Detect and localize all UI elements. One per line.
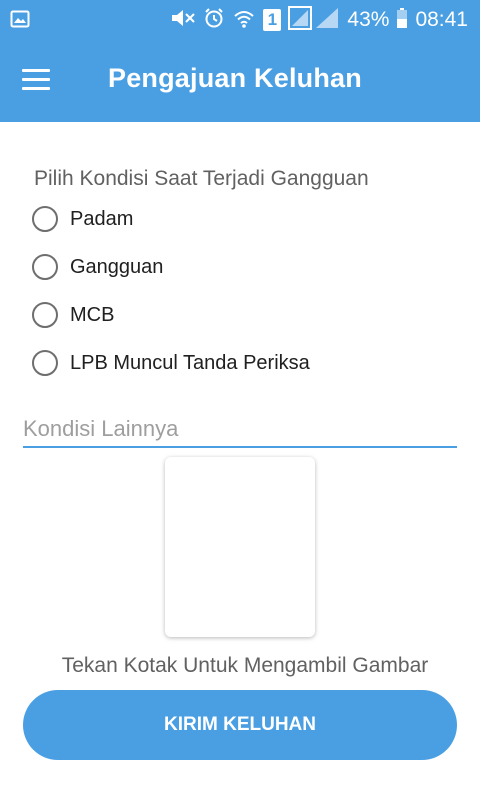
radio-option-lpb-tanda-periksa[interactable]: LPB Muncul Tanda Periksa bbox=[32, 347, 310, 379]
radio-button-icon[interactable] bbox=[32, 254, 58, 280]
radio-option-label: Padam bbox=[70, 207, 134, 230]
battery-icon bbox=[396, 7, 408, 34]
radio-option-label: Gangguan bbox=[70, 255, 164, 278]
sim-slot-number: 1 bbox=[267, 10, 278, 29]
image-icon bbox=[10, 9, 30, 29]
signal-icon bbox=[288, 5, 340, 35]
photo-capture-box[interactable] bbox=[165, 457, 315, 637]
photo-hint-text: Tekan Kotak Untuk Mengambil Gambar bbox=[61, 654, 429, 677]
other-condition-input[interactable] bbox=[23, 412, 457, 448]
submit-complaint-button[interactable]: KIRIM KELUHAN bbox=[23, 690, 457, 760]
radio-option-padam[interactable]: Padam bbox=[32, 203, 133, 235]
radio-option-gangguan[interactable]: Gangguan bbox=[32, 251, 163, 283]
page-title: Pengajuan Keluhan bbox=[108, 63, 362, 93]
radio-option-mcb[interactable]: MCB bbox=[32, 299, 114, 331]
battery-percent: 43% bbox=[347, 8, 390, 31]
wifi-icon bbox=[232, 7, 256, 34]
clock: 08:41 bbox=[415, 8, 468, 31]
radio-button-icon[interactable] bbox=[32, 206, 58, 232]
status-bar: 1 43% 08:41 bbox=[0, 0, 480, 40]
radio-option-label: LPB Muncul Tanda Periksa bbox=[70, 351, 310, 374]
condition-section-title: Pilih Kondisi Saat Terjadi Gangguan bbox=[34, 167, 369, 190]
sim-icon: 1 bbox=[263, 9, 282, 31]
radio-button-icon[interactable] bbox=[32, 350, 58, 376]
alarm-icon bbox=[203, 7, 225, 34]
radio-option-label: MCB bbox=[70, 303, 115, 326]
hamburger-menu-icon[interactable] bbox=[20, 67, 52, 93]
mute-icon bbox=[170, 7, 196, 34]
app-bar: Pengajuan Keluhan bbox=[0, 40, 480, 122]
radio-button-icon[interactable] bbox=[32, 302, 58, 328]
